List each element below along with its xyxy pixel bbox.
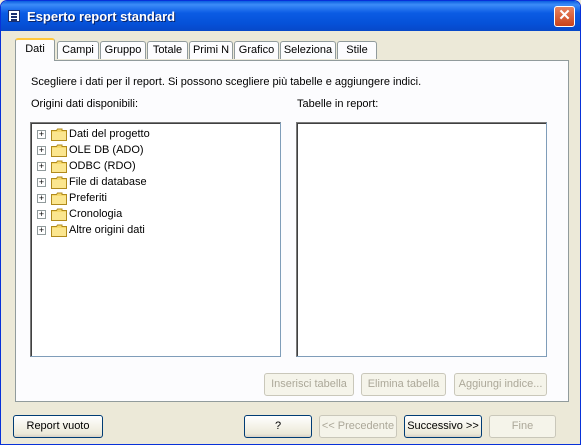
expand-icon[interactable]: + [37, 130, 46, 139]
folder-icon [51, 144, 67, 157]
available-sources-tree[interactable]: + Dati del progetto + OLE DB (ADO) + ODBC (RD… [30, 122, 281, 357]
tab-dati[interactable]: Dati [15, 38, 55, 61]
tab-panel-dati: Scegliere i dati per il report. Si posso… [15, 60, 569, 402]
folder-icon [51, 224, 67, 237]
folder-icon [51, 128, 67, 141]
tab-gruppo[interactable]: Gruppo [100, 41, 146, 59]
add-index-button[interactable]: Aggiungi indice... [454, 373, 547, 396]
expand-icon[interactable]: + [37, 162, 46, 171]
tree-item-label: OLE DB (ADO) [69, 144, 144, 156]
report-tables-list[interactable] [296, 122, 547, 357]
tree-item[interactable]: + ODBC (RDO) [35, 159, 235, 175]
tree-item-label: Dati del progetto [69, 128, 150, 140]
window-title: Esperto report standard [27, 9, 176, 24]
tab-campi[interactable]: Campi [57, 41, 99, 59]
tree-item[interactable]: + OLE DB (ADO) [35, 143, 235, 159]
expand-icon[interactable]: + [37, 146, 46, 155]
insert-table-button[interactable]: Inserisci tabella [264, 373, 354, 396]
remove-table-button[interactable]: Elimina tabella [361, 373, 446, 396]
app-icon [8, 10, 20, 22]
tree-item[interactable]: + Dati del progetto [35, 127, 235, 143]
tree-item-label: ODBC (RDO) [69, 160, 136, 172]
expand-icon[interactable]: + [37, 226, 46, 235]
tree-item[interactable]: + Altre origini dati [35, 223, 235, 239]
tab-totale[interactable]: Totale [147, 41, 188, 59]
help-button[interactable]: ? [244, 415, 312, 438]
report-tables-label: Tabelle in report: [297, 98, 379, 110]
tab-primi-n[interactable]: Primi N [189, 41, 233, 59]
available-sources-label: Origini dati disponibili: [31, 98, 138, 110]
tree-item[interactable]: + Cronologia [35, 207, 235, 223]
tree-item-label: File di database [69, 176, 147, 188]
instruction-text: Scegliere i dati per il report. Si posso… [31, 76, 422, 88]
tree-item-label: Cronologia [69, 208, 123, 220]
next-button[interactable]: Successivo >> [404, 415, 482, 438]
back-button[interactable]: << Precedente [319, 415, 397, 438]
blank-report-button[interactable]: Report vuoto [13, 415, 103, 438]
expand-icon[interactable]: + [37, 194, 46, 203]
tab-stile[interactable]: Stile [337, 41, 377, 59]
tree-item-label: Altre origini dati [69, 224, 145, 236]
tree-item-label: Preferiti [69, 192, 107, 204]
title-bar[interactable]: Esperto report standard ✕ [1, 1, 580, 31]
finish-button[interactable]: Fine [489, 415, 556, 438]
close-icon: ✕ [558, 7, 571, 24]
folder-icon [51, 160, 67, 173]
tree-item[interactable]: + File di database [35, 175, 235, 191]
tab-grafico[interactable]: Grafico [234, 41, 279, 59]
close-button[interactable]: ✕ [554, 6, 575, 27]
tab-seleziona[interactable]: Seleziona [280, 41, 336, 59]
expand-icon[interactable]: + [37, 178, 46, 187]
tree-item[interactable]: + Preferiti [35, 191, 235, 207]
report-expert-window: Esperto report standard ✕ Dati Campi Gru… [0, 0, 581, 445]
folder-icon [51, 176, 67, 189]
expand-icon[interactable]: + [37, 210, 46, 219]
folder-icon [51, 208, 67, 221]
folder-icon [51, 192, 67, 205]
